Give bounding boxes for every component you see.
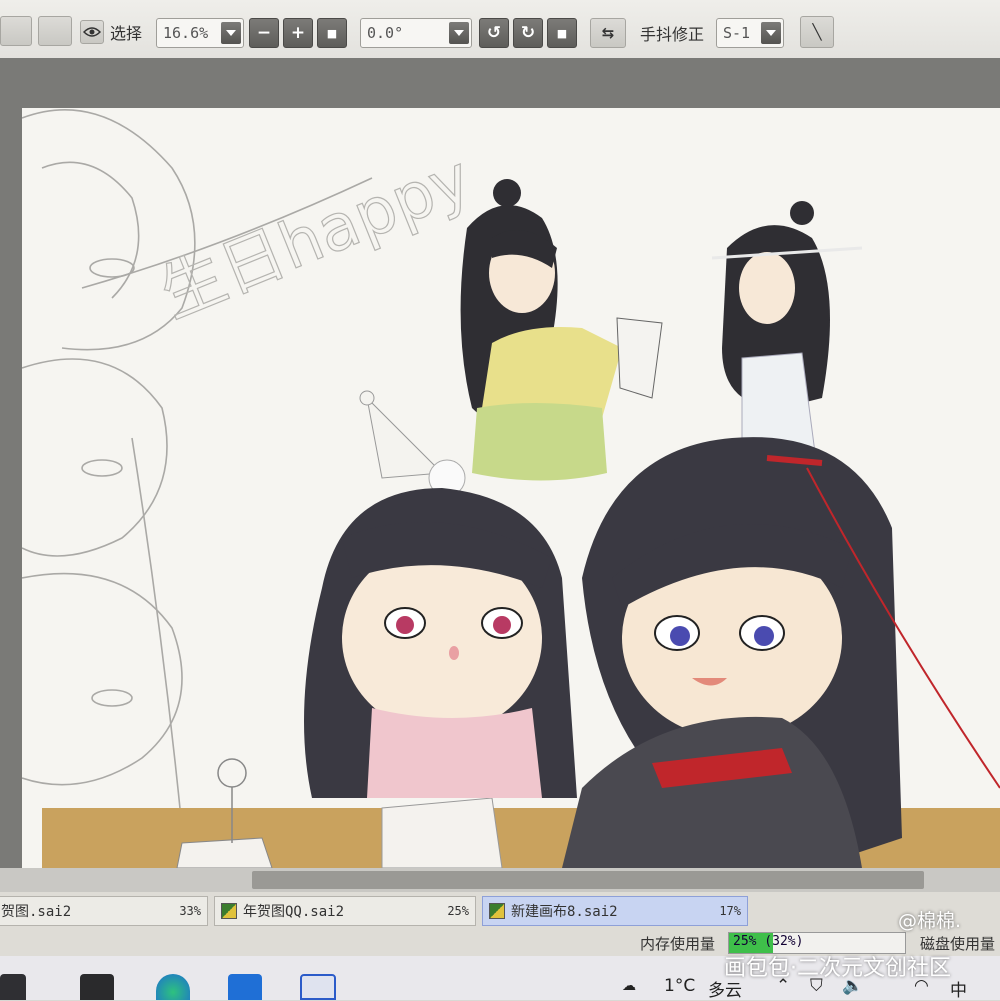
task-icon-1[interactable] bbox=[0, 974, 26, 1000]
line-tool-button[interactable]: ╲ bbox=[800, 16, 834, 48]
doc-tab-zoom: 33% bbox=[179, 904, 201, 918]
toolbar-button-left-2[interactable] bbox=[38, 16, 72, 46]
edge-icon[interactable] bbox=[156, 974, 190, 1000]
zoom-in-button[interactable]: + bbox=[283, 18, 313, 48]
cup-shape bbox=[176, 837, 273, 868]
flower-sketch bbox=[217, 758, 247, 788]
app-icon[interactable] bbox=[300, 974, 336, 1000]
canvas-icon bbox=[221, 903, 237, 919]
zoom-reset-button[interactable]: ■ bbox=[317, 18, 347, 48]
source-watermark: 画包包·二次元文创社区 bbox=[724, 956, 951, 981]
zoom-value: 16.6% bbox=[163, 24, 209, 42]
toolbar-button-left[interactable] bbox=[0, 16, 32, 46]
memory-label: 内存使用量 bbox=[640, 935, 716, 953]
mail-icon[interactable] bbox=[228, 974, 262, 1000]
rotate-ccw-button[interactable]: ↺ bbox=[479, 18, 509, 48]
weather-icon: ☁ bbox=[622, 978, 636, 994]
doc-tab-3[interactable]: 新建画布8.sai2 17% bbox=[482, 896, 748, 926]
chevron-down-icon[interactable] bbox=[761, 22, 781, 44]
rotate-reset-button[interactable]: ■ bbox=[547, 18, 577, 48]
stabilizer-select[interactable]: S-1 bbox=[716, 18, 784, 48]
doc-tab-1[interactable]: 贺图.sai2 33% bbox=[0, 896, 208, 926]
sketch-text: 生日happy bbox=[150, 142, 481, 333]
canvas-icon bbox=[489, 903, 505, 919]
doc-tab-zoom: 25% bbox=[447, 904, 469, 918]
scrollbar-thumb[interactable] bbox=[252, 871, 924, 889]
bowl-shape bbox=[381, 797, 503, 868]
store-icon[interactable] bbox=[80, 974, 114, 1000]
zoom-out-button[interactable]: − bbox=[249, 18, 279, 48]
stabilizer-label: 手抖修正 bbox=[640, 25, 705, 44]
doc-tab-name: 新建画布8.sai2 bbox=[511, 904, 618, 920]
doc-tab-zoom: 17% bbox=[719, 904, 741, 918]
doc-tab-2[interactable]: 年贺图QQ.sai2 25% bbox=[214, 896, 476, 926]
artwork: 生日happy bbox=[22, 109, 1000, 868]
chibi-white bbox=[711, 201, 863, 474]
artist-credit: @棉棉. bbox=[898, 910, 962, 932]
zoom-select[interactable]: 16.6% bbox=[156, 18, 244, 48]
doc-tab-name: 贺图.sai2 bbox=[1, 904, 72, 920]
eye-icon[interactable] bbox=[80, 20, 104, 44]
rotate-cw-button[interactable]: ↻ bbox=[513, 18, 543, 48]
chevron-down-icon[interactable] bbox=[221, 22, 241, 44]
rotation-value: 0.0° bbox=[367, 24, 404, 42]
document-tabs: 贺图.sai2 33% 年贺图QQ.sai2 25% 新建画布8.sai2 17… bbox=[0, 892, 1000, 930]
rotation-select[interactable]: 0.0° bbox=[360, 18, 472, 48]
flip-button[interactable]: ⇆ bbox=[590, 18, 626, 48]
ime-indicator[interactable]: 中 bbox=[950, 976, 967, 1001]
drawing-canvas[interactable]: 生日happy bbox=[22, 108, 1000, 868]
chevron-down-icon[interactable] bbox=[449, 22, 469, 44]
toolbar: 选择 16.6% − + ■ 0.0° ↺ ↻ ■ ⇆ 手抖修正 S-1 ╲ bbox=[0, 0, 1000, 59]
horizontal-scrollbar[interactable] bbox=[0, 868, 1000, 892]
memory-usage-text: 25% (32%) bbox=[733, 934, 804, 949]
doc-tab-name: 年贺图QQ.sai2 bbox=[243, 904, 345, 920]
temperature: 1°C bbox=[664, 976, 696, 996]
select-label: 选择 bbox=[110, 24, 143, 43]
chibi-yellow bbox=[460, 179, 663, 481]
stabilizer-value: S-1 bbox=[723, 24, 751, 42]
chibi-black bbox=[562, 437, 1000, 868]
